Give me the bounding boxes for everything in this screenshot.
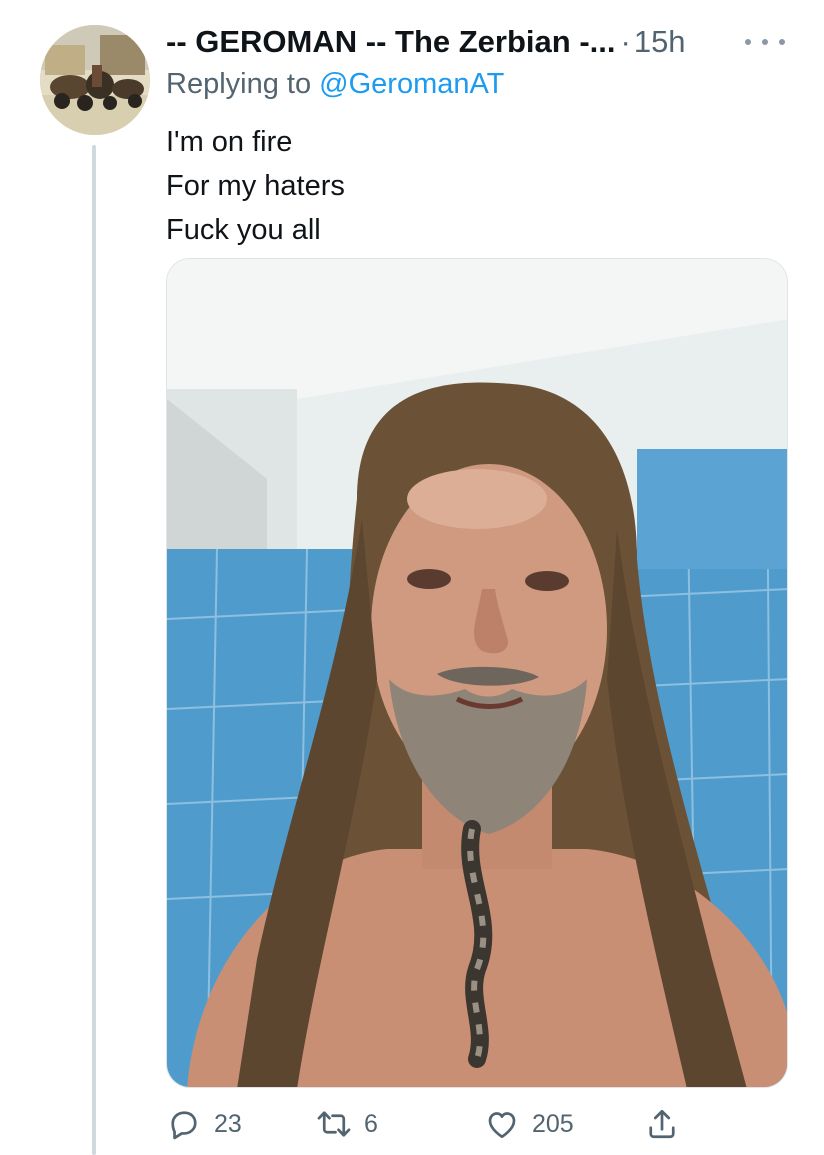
share-upload-icon bbox=[644, 1106, 680, 1142]
retweet-count: 6 bbox=[364, 1109, 378, 1138]
thread-line bbox=[92, 145, 96, 1155]
tweet-text-line: Fuck you all bbox=[166, 214, 321, 246]
reply-button[interactable]: 23 bbox=[166, 1100, 242, 1148]
more-horizontal-icon[interactable] bbox=[745, 30, 785, 54]
like-count: 205 bbox=[532, 1109, 574, 1138]
tweet-text-line: For my haters bbox=[166, 170, 345, 202]
tweet-photo[interactable] bbox=[166, 258, 788, 1088]
tweet-timestamp[interactable]: 15h bbox=[634, 24, 686, 60]
replying-prefix: Replying to bbox=[166, 68, 312, 100]
avatar[interactable] bbox=[40, 25, 150, 135]
reply-count: 23 bbox=[214, 1109, 242, 1138]
tweet-text-line: I'm on fire bbox=[166, 126, 293, 158]
display-name[interactable]: -- GEROMAN -- The Zerbian -... bbox=[166, 24, 616, 60]
share-button[interactable] bbox=[644, 1100, 680, 1148]
tweet-actions: 23 6 205 bbox=[166, 1100, 726, 1148]
retweet-button[interactable]: 6 bbox=[316, 1100, 378, 1148]
speech-bubble-icon bbox=[166, 1106, 202, 1142]
replying-to: Replying to @GeromanAT bbox=[166, 68, 504, 101]
heart-outline-icon bbox=[484, 1106, 520, 1142]
replying-handle-link[interactable]: @GeromanAT bbox=[319, 68, 504, 100]
tweet[interactable]: -- GEROMAN -- The Zerbian -... · 15h Rep… bbox=[0, 0, 824, 1155]
tweet-text: I'm on fire For my haters Fuck you all bbox=[166, 120, 345, 252]
tweet-header: -- GEROMAN -- The Zerbian -... · 15h bbox=[166, 22, 706, 62]
separator-dot: · bbox=[620, 24, 631, 59]
retweet-arrows-icon bbox=[316, 1106, 352, 1142]
like-button[interactable]: 205 bbox=[484, 1100, 574, 1148]
